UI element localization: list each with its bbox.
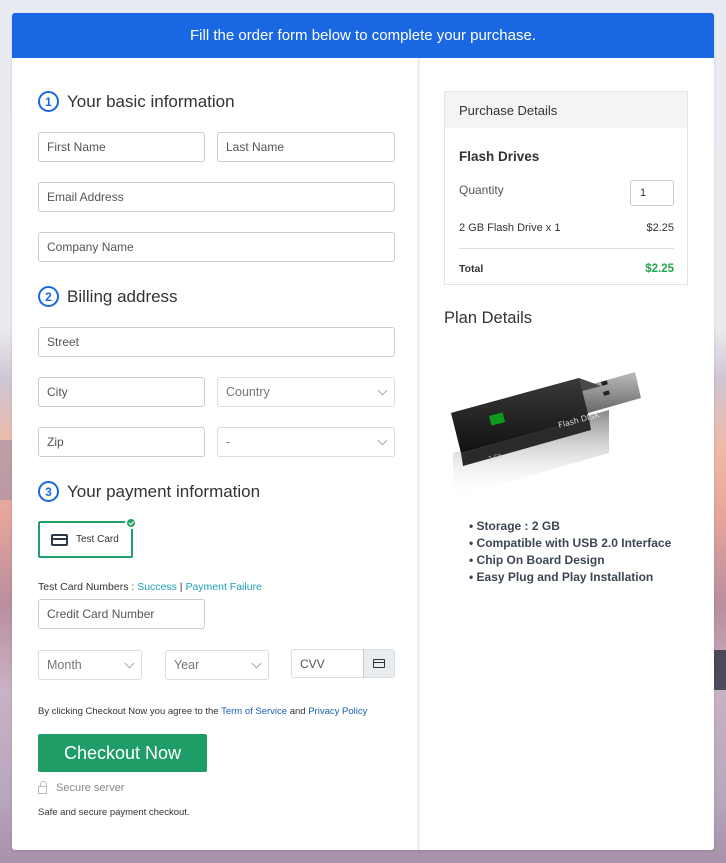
cvv-field[interactable]	[291, 649, 395, 678]
last-name-field[interactable]	[217, 132, 395, 162]
test-card-numbers-label: Test Card Numbers :	[38, 581, 138, 593]
cvv-input[interactable]	[300, 650, 364, 677]
payment-failure-link[interactable]: Payment Failure	[185, 581, 261, 593]
state-select-value: -	[226, 435, 231, 449]
privacy-policy-link[interactable]: Privacy Policy	[308, 706, 367, 717]
email-field[interactable]	[38, 182, 395, 212]
step-1-icon: 1	[38, 91, 59, 112]
product-name: Flash Drives	[459, 149, 540, 164]
secure-server-label: Secure server	[56, 782, 125, 794]
line-item-price: $2.25	[646, 222, 674, 234]
line-item-name: 2 GB Flash Drive x 1	[459, 222, 561, 234]
order-form-card: Fill the order form below to complete yo…	[12, 13, 714, 850]
check-circle-icon	[125, 517, 137, 529]
plan-feature: Chip On Board Design	[469, 552, 671, 569]
chevron-down-icon	[251, 658, 262, 668]
terms-of-service-link[interactable]: Term of Service	[221, 706, 287, 717]
card-number-input[interactable]	[47, 600, 204, 628]
year-select-value: Year	[174, 658, 200, 672]
purchase-details-header: Purchase Details	[445, 92, 687, 128]
plan-feature: Compatible with USB 2.0 Interface	[469, 535, 672, 552]
plan-feature: Easy Plug and Play Installation	[469, 569, 671, 586]
quantity-field[interactable]	[630, 180, 674, 206]
agreement-prefix: By clicking Checkout Now you agree to th…	[38, 706, 222, 717]
lock-icon	[38, 781, 47, 794]
zip-field[interactable]	[38, 427, 205, 457]
section-payment-title: 3 Your payment information	[38, 481, 260, 502]
plan-feature: Storage : 2 GB	[469, 518, 671, 535]
company-field[interactable]	[38, 232, 395, 262]
flash-drive-image: Flash DISK 2 Gb	[451, 372, 641, 498]
test-card-numbers: Test Card Numbers : Success | Payment Fa…	[38, 581, 262, 593]
section-billing-label: Billing address	[67, 286, 178, 306]
street-input[interactable]	[47, 328, 394, 356]
secure-server: Secure server	[38, 781, 125, 794]
year-select[interactable]: Year	[165, 650, 269, 680]
total-amount: $2.25	[645, 263, 674, 275]
state-select[interactable]: -	[217, 427, 395, 457]
form-panel: 1 Your basic information 2 Billing addre…	[12, 58, 420, 850]
payment-method-test-card[interactable]: Test Card	[38, 517, 137, 558]
success-link[interactable]: Success	[137, 581, 177, 593]
background-scenery	[0, 440, 12, 500]
card-number-field[interactable]	[38, 599, 205, 629]
country-select[interactable]: Country	[217, 377, 395, 407]
step-3-icon: 3	[38, 481, 59, 502]
plan-details-title: Plan Details	[444, 309, 533, 327]
cvv-addon	[363, 650, 394, 677]
city-input[interactable]	[47, 378, 204, 406]
safe-checkout-note: Safe and secure payment checkout.	[38, 807, 190, 818]
chevron-down-icon	[377, 385, 388, 395]
quantity-label: Quantity	[459, 183, 504, 197]
chevron-down-icon	[124, 658, 135, 668]
section-payment-label: Your payment information	[67, 481, 261, 501]
city-field[interactable]	[38, 377, 205, 407]
step-2-icon: 2	[38, 286, 59, 307]
section-basic-info-label: Your basic information	[67, 91, 235, 111]
month-select[interactable]: Month	[38, 650, 142, 680]
payment-method-label: Test Card	[76, 534, 119, 545]
checkout-now-button[interactable]: Checkout Now	[38, 734, 207, 772]
line-item: 2 GB Flash Drive x 1 $2.25	[459, 222, 674, 234]
month-select-value: Month	[47, 658, 82, 672]
purchase-details-box: Purchase Details Flash Drives Quantity 2…	[444, 91, 688, 285]
zip-input[interactable]	[47, 428, 204, 456]
agreement-and: and	[287, 706, 309, 717]
section-billing-title: 2 Billing address	[38, 286, 178, 307]
credit-card-icon	[373, 659, 385, 668]
company-input[interactable]	[47, 233, 394, 261]
street-field[interactable]	[38, 327, 395, 357]
first-name-input[interactable]	[47, 133, 204, 161]
summary-panel: Purchase Details Flash Drives Quantity 2…	[423, 58, 714, 850]
quantity-input[interactable]	[640, 187, 673, 199]
plan-features-list: Storage : 2 GB Compatible with USB 2.0 I…	[469, 518, 672, 586]
agreement-text: By clicking Checkout Now you agree to th…	[38, 706, 367, 717]
email-input[interactable]	[47, 183, 394, 211]
section-basic-info-title: 1 Your basic information	[38, 91, 235, 112]
credit-card-icon	[51, 533, 68, 546]
total-label: Total	[459, 263, 484, 275]
header-banner: Fill the order form below to complete yo…	[12, 13, 714, 58]
first-name-field[interactable]	[38, 132, 205, 162]
divider	[459, 248, 674, 249]
total-row: Total $2.25	[459, 263, 674, 275]
chevron-down-icon	[377, 435, 388, 445]
last-name-input[interactable]	[226, 133, 394, 161]
background-scenery-right	[712, 650, 726, 690]
country-select-value: Country	[226, 385, 270, 399]
